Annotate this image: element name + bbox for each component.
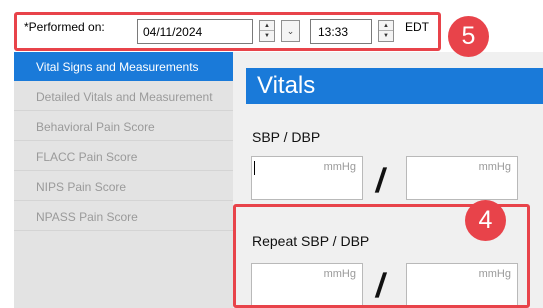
performed-time-input[interactable]: 13:33	[310, 19, 372, 44]
bp-separator: /	[373, 162, 389, 200]
sidebar-item-behavioral-pain[interactable]: Behavioral Pain Score	[14, 112, 233, 141]
repeat-sbp-input[interactable]: mmHg	[251, 263, 363, 307]
sidebar-item-nips-pain[interactable]: NIPS Pain Score	[14, 172, 233, 201]
section-title: Vitals	[246, 68, 543, 104]
chevron-down-icon: ⌄	[286, 26, 295, 36]
form-navigation-sidebar: Vital Signs and Measurements Detailed Vi…	[14, 52, 233, 308]
date-calendar-dropdown[interactable]: ⌄	[281, 20, 300, 42]
performed-on-label: *Performed on:	[24, 20, 105, 34]
sbp-dbp-label: SBP / DBP	[252, 129, 321, 145]
dbp-input[interactable]: mmHg	[406, 156, 518, 200]
callout-badge-4: 4	[465, 200, 506, 241]
performed-date-input[interactable]: 04/11/2024	[137, 19, 253, 44]
unit-label: mmHg	[478, 268, 511, 280]
time-spinner[interactable]: ▲ ▼	[378, 20, 394, 42]
repeat-sbp-dbp-label: Repeat SBP / DBP	[252, 233, 370, 249]
repeat-bp-separator: /	[373, 267, 389, 305]
unit-label: mmHg	[323, 161, 356, 173]
sidebar-item-vital-signs[interactable]: Vital Signs and Measurements	[14, 52, 233, 81]
date-spinner[interactable]: ▲ ▼	[259, 20, 275, 42]
sidebar-item-npass-pain[interactable]: NPASS Pain Score	[14, 202, 233, 231]
sidebar-item-flacc-pain[interactable]: FLACC Pain Score	[14, 142, 233, 171]
time-down-arrow-icon[interactable]: ▼	[379, 31, 393, 41]
unit-label: mmHg	[478, 161, 511, 173]
time-up-arrow-icon[interactable]: ▲	[379, 21, 393, 31]
repeat-dbp-input[interactable]: mmHg	[406, 263, 518, 307]
sbp-input[interactable]: mmHg	[251, 156, 363, 200]
text-caret	[254, 161, 255, 175]
sidebar-item-detailed-vitals[interactable]: Detailed Vitals and Measurement	[14, 82, 233, 111]
date-up-arrow-icon[interactable]: ▲	[260, 21, 274, 31]
callout-badge-5: 5	[448, 16, 489, 57]
unit-label: mmHg	[323, 268, 356, 280]
date-down-arrow-icon[interactable]: ▼	[260, 31, 274, 41]
vitals-form-panel: Vitals SBP / DBP mmHg / mmHg Repeat SBP …	[233, 52, 543, 308]
timezone-label: EDT	[405, 20, 429, 34]
